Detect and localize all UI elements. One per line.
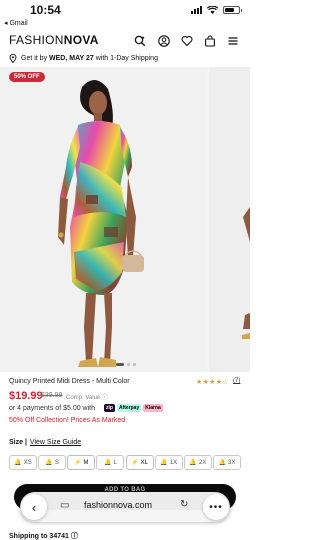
info-icon: ⓘ [101,395,108,401]
header: FASHIONNOVA [0,32,250,50]
size-option-label: M [83,459,89,466]
bolt-icon: ⚡ [131,460,139,466]
logo-text-2: NOVA [63,33,99,47]
sale-price: $19.99 [9,390,43,402]
battery-icon [223,6,242,14]
size-option-label: S [54,459,59,466]
installments-text: or 4 payments of $5.00 with [9,405,95,412]
wifi-icon [207,6,218,14]
size-option[interactable]: 🔔 XS [9,455,37,470]
size-guide-link[interactable]: View Size Guide [30,439,81,446]
more-button[interactable]: ••• [203,494,229,520]
payment-logos: zip Afterpay Klarna [104,404,163,412]
model-photo [58,79,144,367]
product-name: Quincy Printed Midi Dress - Multi Color [9,378,130,385]
brand-logo[interactable]: FASHIONNOVA [9,33,99,47]
shipping-text: Get it by WED, MAY 27 with 1-Day Shippin… [21,55,158,62]
product-image[interactable] [0,67,207,372]
signal-icon [191,6,202,14]
shipping-to-text[interactable]: Shipping to 34741 ⓘ [9,531,78,540]
next-model-photo [242,207,250,339]
status-time: 10:54 [30,3,61,17]
search-icon[interactable] [133,34,146,47]
account-icon[interactable] [157,34,170,47]
shipping-date: WED, MAY 27 [49,55,94,62]
zip-logo[interactable]: zip [104,404,115,412]
back-button[interactable]: ‹ [21,494,47,520]
menu-icon[interactable] [226,34,239,47]
bell-icon: 🔔 [45,460,53,466]
location-pin-icon [9,53,17,65]
wishlist-icon[interactable] [180,34,193,47]
url-field[interactable]: fashionnova.com [84,500,152,510]
bag-icon[interactable] [203,34,216,47]
size-option[interactable]: 🔔 L [96,455,125,470]
bell-icon: 🔔 [14,460,22,466]
bell-icon: 🔔 [189,460,197,466]
size-option-label: 1X [169,459,178,466]
afterpay-logo[interactable]: Afterpay [116,404,142,412]
comp-value-text: Comp. Value [66,395,101,401]
size-option[interactable]: ⚡ M [67,455,96,470]
status-bar: 10:54 [0,0,250,22]
reload-icon[interactable]: ↻ [180,499,188,510]
size-option[interactable]: 🔔 S [38,455,67,470]
size-option[interactable]: 🔔 3X [212,455,241,470]
bell-icon: 🔔 [218,460,227,466]
carousel-dot[interactable] [127,363,130,366]
status-icons [191,6,242,14]
page-settings-icon[interactable]: ▭ [60,500,69,511]
klarna-logo[interactable]: Klarna [143,404,163,412]
chevron-left-icon: ‹ [31,499,37,515]
size-option-label: 3X [228,459,236,466]
size-option[interactable]: 🔔 2X [183,455,212,470]
promo-text: 50% Off Collection! Prices As Marked [9,417,126,424]
carousel-dot[interactable] [116,363,124,366]
bolt-icon: ⚡ [74,460,82,466]
size-options: 🔔 XS 🔔 S ⚡ M 🔔 L ⚡ XL 🔔 1X 🔔 2X 🔔 3X [9,455,241,470]
shipping-banner: Get it by WED, MAY 27 with 1-Day Shippin… [0,51,250,67]
back-to-gmail[interactable]: ◂ Gmail [4,19,28,27]
carousel-dot[interactable] [133,363,136,366]
review-count[interactable]: (7) [233,378,240,384]
shipping-text-suffix: with 1-Day Shipping [93,55,158,62]
next-product-image[interactable] [209,67,250,372]
size-label: Size | [9,439,27,446]
size-option-label: 2X [198,459,207,466]
size-option-label: XS [23,459,32,466]
product-gallery[interactable]: 50% OFF [0,67,250,372]
comp-value-label[interactable]: Comp. Value ⓘ [66,392,108,401]
bell-icon: 🔔 [104,460,112,466]
rating-stars[interactable]: ★★★★☆ [196,378,229,386]
logo-text-1: FASHION [9,33,64,47]
size-option[interactable]: 🔔 1X [154,455,183,470]
size-option-label: XL [140,459,148,466]
size-option[interactable]: ⚡ XL [125,455,154,470]
carousel-dots[interactable] [116,363,136,366]
size-option-label: L [113,459,117,466]
ellipsis-icon: ••• [209,501,223,513]
size-header: Size | View Size Guide [9,439,81,446]
bell-icon: 🔔 [160,460,168,466]
shipping-text-prefix: Get it by [21,55,50,62]
original-price: $39.99 [41,392,63,399]
discount-badge: 50% OFF [9,72,45,82]
